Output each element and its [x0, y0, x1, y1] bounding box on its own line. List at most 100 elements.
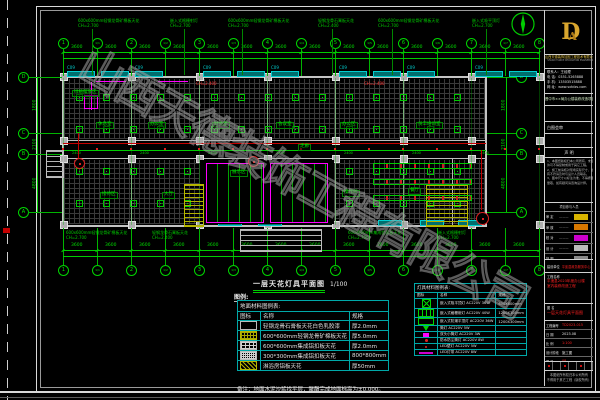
corridor-dim-0: 2400	[72, 152, 81, 156]
annotation-top-2: 600x600mm轻钢龙骨矿棉板天花CH=2.700	[228, 19, 289, 29]
axis-stub-right-0	[487, 77, 516, 78]
corridor-dim-6: 2400	[276, 152, 285, 156]
meta-row-日 期: 日 期2023.08	[545, 330, 593, 339]
meta-label: 日 期	[545, 332, 562, 337]
hatch-swatch-icon	[240, 361, 257, 370]
personnel-signature: ———	[559, 215, 573, 219]
legend-cell: 厚2.0mm	[349, 341, 388, 351]
dim-top-7: 3600	[309, 46, 320, 51]
light-fixture	[319, 126, 326, 133]
window-strip-9	[373, 71, 401, 77]
axis-stub-bottom-14	[539, 228, 540, 265]
column-14-0	[536, 73, 544, 81]
room-label-走廊: 走廊	[298, 144, 311, 151]
window-tag-6: C09	[271, 66, 279, 70]
legend-cell	[238, 351, 261, 361]
column-10-2	[400, 155, 408, 163]
legend-row: LED灯带 AC220V 8W	[415, 350, 527, 356]
rdot-swatch-icon	[425, 339, 428, 342]
grille-bar-1	[373, 179, 472, 185]
axis-stub-bottom-8	[335, 228, 336, 265]
legend-row: 600*600mm集成铝扣板天花厚2.0mm	[238, 341, 389, 351]
legend-cell: 嵌入式防潮平顶灯 AC220V 36W	[438, 318, 496, 326]
contact-line: 网 址：www.sxtdzs.com	[547, 85, 591, 90]
light-fixture	[238, 94, 245, 101]
light-legend-table: 图标名称规格嵌入式吸平顶灯 AC220V 36W600X600mm嵌入式格栅射灯…	[414, 292, 527, 356]
light-fixture	[103, 94, 110, 101]
axis-stub-bottom-10	[403, 228, 404, 265]
logo-letter-a: A	[568, 30, 577, 43]
meta-value: 施工图	[562, 350, 572, 355]
personnel-table: 项目参与人员审 定———审 核———校 对———设 计———制 图———	[545, 203, 593, 260]
dim-bottom-12: 3600	[479, 244, 490, 249]
window-strip-bottom-2	[378, 220, 402, 226]
corridor-dot-11	[436, 148, 438, 150]
axis-bubble-right-B: B	[516, 149, 527, 160]
column-14-1	[536, 137, 544, 145]
column-0-3	[60, 221, 68, 229]
light-legend: 灯具材料图例表: 图标名称规格嵌入式吸平顶灯 AC220V 36W600X600…	[414, 283, 527, 356]
dim-bottom-8: 3600	[343, 244, 354, 249]
meta-rows: 工程编号TD2023-015日 期2023.08比 例1:100设计阶段施工图图…	[545, 321, 593, 362]
axis-bubble-bottom-1/1: 1/1	[92, 265, 103, 276]
annotation-top-1: 嵌入式格栅射灯CH=2.700	[170, 19, 198, 29]
meta-row-设计阶段: 设计阶段施工图	[545, 348, 593, 357]
legend-cell: 1200X300mm	[496, 318, 526, 326]
corridor-dot-9	[368, 148, 370, 150]
dim-bottom-3: 3600	[173, 244, 184, 249]
axis-bubble-bottom-1/4: 1/4	[296, 265, 307, 276]
company-logo: D A	[545, 10, 593, 55]
legend-row: 300*300mm集成铝扣板天花800*800mm	[238, 351, 389, 361]
dim-top-0: 3600	[71, 46, 82, 51]
legend-cell: 300*300mm集成铝扣板天花	[261, 351, 350, 361]
legend-cell: 嵌入式格栅射灯 AC220V 40W	[438, 309, 496, 318]
notice-line: 量取，如有疑问请咨询设计师。	[547, 181, 591, 185]
legend-cell: 轻钢龙骨石膏板天花白色乳胶漆	[261, 321, 350, 331]
grid-w-swatch-icon	[240, 341, 257, 350]
personnel-label: 设 计	[545, 246, 559, 251]
material-legend-caption: 地面材料图例表:	[237, 300, 389, 311]
window-strip-6	[271, 71, 299, 77]
column-2-3	[128, 221, 136, 229]
red-label-0: CH=2.400	[196, 82, 217, 86]
window-strip-8	[339, 71, 367, 77]
corridor-wall-upper	[62, 140, 487, 141]
personnel-header: 项目参与人员	[545, 203, 593, 212]
axis-stub-bottom-13	[505, 228, 506, 265]
annotation-bottom-1: 轻钢龙骨石膏板天花CH=2.400	[152, 231, 188, 241]
drawing-title: 一层天花灯具平面图	[253, 279, 325, 293]
legend-cell: 厚5.0mm	[349, 331, 388, 341]
light-fixture	[265, 126, 272, 133]
meta-row-工程编号: 工程编号TD2023-015	[545, 321, 593, 330]
legend-row: 嵌入式防潮平顶灯 AC220V 36W1200X300mm	[415, 318, 527, 326]
axis-line-12	[471, 78, 472, 225]
dim-bottom-11: 3600	[445, 244, 456, 249]
light-fixture	[373, 200, 380, 207]
legend-row: 600*600mm轻钢龙骨矿棉板天花厚5.0mm	[238, 331, 389, 341]
annotation-bottom-2: 600x600mm集成铝扣板天花CH=2.700	[348, 231, 401, 241]
entrance-steps	[240, 229, 322, 252]
legend-cell: 600X600mm	[496, 299, 526, 309]
grille-swatch-icon	[418, 309, 434, 317]
notice-paragraph: 1、本图纸版权归本公司所有，未经许可不得复制或用于其它工程。2、施工前请核对现场…	[545, 158, 593, 203]
room-label-会议室: 会议室	[276, 122, 294, 129]
column-12-2	[468, 155, 476, 163]
drawing-scale: 1/100	[330, 281, 347, 288]
rdot2-swatch-icon	[425, 346, 427, 348]
legend-cell	[496, 350, 526, 356]
room-label-餐厅: 餐厅	[408, 188, 421, 195]
legend-cell: 嵌入式吸平顶灯 AC220V 36W	[438, 299, 496, 309]
corridor-dot-2	[130, 148, 132, 150]
corridor-dot-12	[470, 148, 472, 150]
axis-stub-left-3	[28, 212, 62, 213]
personnel-row: 设 计———	[545, 244, 593, 255]
light-fixture	[211, 94, 218, 101]
axis-stub-bottom-2	[131, 228, 132, 265]
cad-viewer-canvas: 111/11/1221/21/2331/31/3441/41/4551/51/5…	[0, 0, 600, 400]
dim-top-13: 3600	[513, 46, 524, 51]
legend-cell	[238, 361, 261, 371]
dim-line-top-2	[63, 58, 540, 59]
light-fixture	[427, 168, 434, 175]
column-2-2	[128, 155, 136, 163]
dim-left-1: 2100	[33, 138, 38, 149]
